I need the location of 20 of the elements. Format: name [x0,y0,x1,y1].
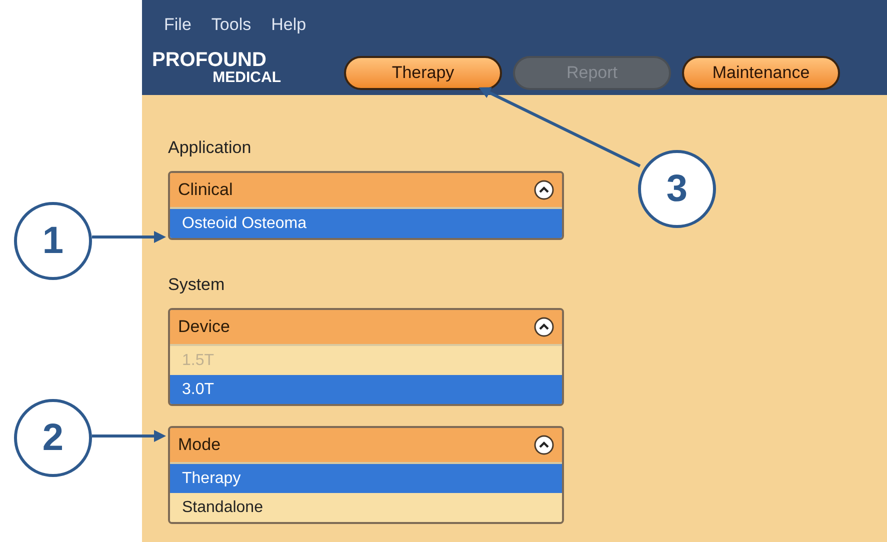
callout-number: 2 [14,399,92,477]
logo-subtext: MEDICAL [212,70,281,84]
panel-title: Mode [178,434,221,456]
callout-number: 1 [14,202,92,280]
collapse-icon[interactable] [534,435,554,455]
section-title: System [168,274,226,294]
logo-text: PROFOUND [152,50,266,70]
collapse-icon[interactable] [534,180,554,200]
section-title: Application [168,137,252,157]
menu-item[interactable]: Tools [211,12,252,38]
panel-title: Device [178,316,230,338]
menu-item[interactable]: Help [271,12,306,38]
tab[interactable]: Maintenance [682,56,840,90]
list-item[interactable]: Osteoid Osteoma [170,209,562,238]
list-item[interactable]: 3.0T [170,375,562,404]
panel-title: Clinical [178,179,233,202]
list-item[interactable]: Therapy [170,464,562,493]
menu-item[interactable]: File [164,12,192,38]
collapse-icon[interactable] [534,317,554,337]
tab[interactable]: Therapy [344,56,502,90]
